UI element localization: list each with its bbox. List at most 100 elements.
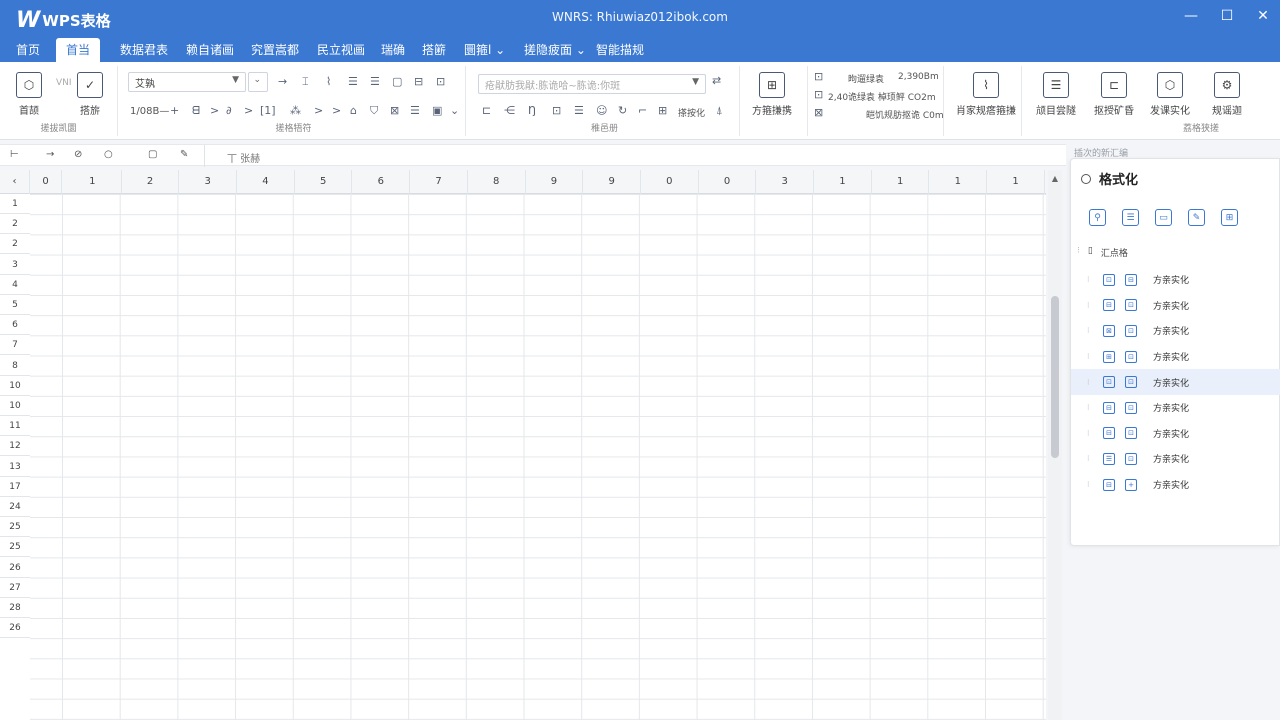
column-header-cell[interactable]: 5 bbox=[295, 170, 353, 194]
tab-tools[interactable]: 搭簖 bbox=[416, 38, 452, 62]
row-header-cell[interactable]: 26 bbox=[0, 618, 30, 639]
refresh-icon[interactable]: ↻ bbox=[618, 104, 627, 117]
list-item[interactable]: ⁝ ⊟ ⊡ 方亲实化 bbox=[1071, 395, 1280, 421]
cell-area[interactable] bbox=[30, 194, 1046, 720]
tree-expand-icon[interactable]: ⁝ bbox=[1087, 480, 1093, 489]
row-header-cell[interactable]: 17 bbox=[0, 477, 30, 497]
tree-expand-icon[interactable]: ⁝ bbox=[1087, 352, 1093, 361]
list-icon[interactable]: ☰ bbox=[1122, 209, 1139, 226]
clear-format-icon[interactable]: ⌇ bbox=[326, 75, 331, 88]
tab-more[interactable]: 圜箍l ⌄ bbox=[458, 38, 511, 62]
font-color-icon[interactable]: ⁂ bbox=[290, 104, 301, 117]
tree-expand-icon[interactable]: ⁝ bbox=[1087, 429, 1093, 438]
minimize-icon[interactable]: — bbox=[1184, 8, 1198, 24]
list-item[interactable]: ⁝ ⊞ ⊡ 方亲实化 bbox=[1071, 344, 1280, 370]
row-header-cell[interactable]: 2 bbox=[0, 234, 30, 255]
emoji-icon[interactable]: ☺ bbox=[596, 104, 607, 117]
maximize-icon[interactable]: ☐ bbox=[1220, 8, 1234, 24]
shield-icon[interactable]: ⛉ bbox=[370, 104, 378, 118]
scroll-up-icon[interactable]: ▲ bbox=[1048, 174, 1062, 183]
row-header-cell[interactable]: 24 bbox=[0, 497, 30, 517]
swap-icon[interactable]: ⇄ bbox=[712, 74, 721, 87]
tab-security[interactable]: 搓隐疲面 ⌄ bbox=[518, 38, 592, 62]
wrap-icon[interactable]: ⊡ bbox=[436, 75, 445, 88]
list-item[interactable]: ⁝ ⊟ ⊡ 方亲实化 bbox=[1071, 293, 1280, 319]
confirm-icon[interactable]: ○ bbox=[104, 149, 113, 160]
tree-expand-icon[interactable]: ⁝ bbox=[1077, 246, 1080, 259]
copy-icon[interactable]: ⊡ bbox=[552, 104, 561, 117]
row-header-cell[interactable]: 25 bbox=[0, 537, 30, 558]
convert-button[interactable]: 搽按化 bbox=[678, 106, 705, 119]
row-header-cell[interactable]: 3 bbox=[0, 255, 30, 275]
column-header-cell[interactable]: 0 bbox=[699, 170, 757, 194]
list-item[interactable]: ⁝ ⊟ ⊡ 方亲实化 bbox=[1071, 421, 1280, 447]
column-header-cell[interactable]: 1 bbox=[930, 170, 988, 194]
row-header-cell[interactable]: 1 bbox=[0, 194, 30, 214]
cancel-icon[interactable]: ⊘ bbox=[74, 149, 82, 160]
column-header-cell[interactable]: 7 bbox=[410, 170, 468, 194]
column-header-cell[interactable]: 0 bbox=[641, 170, 699, 194]
font-select[interactable]: 艾孰 ▼ bbox=[128, 72, 246, 92]
row-header-cell[interactable]: 7 bbox=[0, 335, 30, 356]
bold-icon[interactable]: ᗺ bbox=[192, 104, 200, 118]
cell-insert-icon[interactable]: ⊡ bbox=[814, 70, 823, 83]
column-header-cell[interactable]: 1 bbox=[872, 170, 930, 194]
row-header-cell[interactable]: 25 bbox=[0, 517, 30, 538]
list-item[interactable]: ⁝ ⊟ + 方亲实化 bbox=[1071, 472, 1280, 498]
text-icon[interactable]: ⍋ bbox=[716, 104, 723, 118]
rules-button[interactable]: ⚙ 规谣迦 bbox=[1212, 72, 1242, 117]
align-left-icon[interactable]: ☰ bbox=[348, 75, 358, 88]
row-header-cell[interactable]: 8 bbox=[0, 356, 30, 376]
column-header-cell[interactable]: 2 bbox=[122, 170, 180, 194]
analysis-button[interactable]: ⌇ 肖家规瘩箍搛 bbox=[954, 72, 1018, 117]
comment-icon[interactable]: ▭ bbox=[1155, 209, 1172, 226]
close-icon[interactable]: ✕ bbox=[1256, 8, 1270, 24]
cell-delete-icon[interactable]: ⊡ bbox=[814, 88, 823, 101]
font-size-select[interactable]: ⌄ bbox=[248, 72, 268, 92]
column-header-cell[interactable]: 1 bbox=[987, 170, 1045, 194]
row-header-cell[interactable]: 10 bbox=[0, 396, 30, 416]
indent-icon[interactable]: > bbox=[314, 104, 323, 117]
plus-icon[interactable]: + bbox=[170, 104, 179, 117]
function-icon[interactable]: ▢ bbox=[148, 149, 157, 160]
tab-data[interactable]: 数据君表 bbox=[114, 38, 174, 62]
image-icon[interactable]: ⊞ bbox=[658, 104, 667, 117]
row-header-cell[interactable]: 4 bbox=[0, 275, 30, 295]
row-header-cell[interactable]: 13 bbox=[0, 457, 30, 477]
decrease-font-icon[interactable]: ⌶ bbox=[302, 75, 309, 89]
tab-home[interactable]: 首页 bbox=[10, 38, 46, 62]
number-format-select[interactable]: 疮猒肪我猒:胨诡哈~胨诡:你斑 ▼ bbox=[478, 74, 706, 94]
column-header-cell[interactable]: 3 bbox=[179, 170, 238, 194]
column-header-cell[interactable]: 6 bbox=[353, 170, 411, 194]
row-header-cell[interactable]: 27 bbox=[0, 578, 30, 598]
increase-font-icon[interactable]: → bbox=[278, 75, 287, 88]
doc-button[interactable]: ☰ 颃目尝隧 bbox=[1036, 72, 1076, 117]
page-icon[interactable]: ☰ bbox=[574, 104, 584, 117]
tab-layout[interactable]: 究置嵩都 bbox=[245, 38, 305, 62]
vertical-scrollbar[interactable]: ▲ bbox=[1048, 170, 1062, 720]
report-button[interactable]: ⊏ 抠授矿昏 bbox=[1094, 72, 1134, 117]
row-header-cell[interactable]: 5 bbox=[0, 295, 30, 315]
column-header-cell[interactable]: 0 bbox=[30, 170, 62, 194]
row-header-cell[interactable]: 12 bbox=[0, 436, 30, 457]
name-box-icon[interactable]: ⊢ bbox=[10, 149, 19, 160]
cell-icon[interactable]: ⊠ bbox=[390, 104, 399, 117]
cell-format-icon[interactable]: ⊠ bbox=[814, 106, 823, 119]
column-header-cell[interactable]: 3 bbox=[756, 170, 815, 194]
select-all-corner[interactable]: ‹ bbox=[0, 170, 30, 194]
tab-view[interactable]: 民立视画 bbox=[311, 38, 371, 62]
row-header-cell[interactable]: 10 bbox=[0, 376, 30, 396]
key-icon[interactable]: ⌐ bbox=[638, 104, 647, 117]
fill-color-icon[interactable]: [1] bbox=[260, 104, 276, 117]
font-size-value[interactable]: 1/08B— bbox=[130, 106, 169, 117]
row-header-cell[interactable]: 2 bbox=[0, 214, 30, 235]
border-icon[interactable]: ▢ bbox=[392, 75, 402, 88]
underline-icon[interactable]: ∂ bbox=[226, 104, 232, 117]
tab-insert[interactable]: 赖自诸画 bbox=[180, 38, 240, 62]
column-header-cell[interactable]: 9 bbox=[526, 170, 584, 194]
tab-smart[interactable]: 智能描规 bbox=[590, 38, 650, 62]
align-icon[interactable]: ⊏ bbox=[482, 104, 491, 117]
tree-expand-icon[interactable]: ⁝ bbox=[1087, 275, 1093, 284]
italic-icon[interactable]: > bbox=[210, 104, 219, 117]
fill-icon[interactable]: ⌂ bbox=[350, 104, 357, 117]
